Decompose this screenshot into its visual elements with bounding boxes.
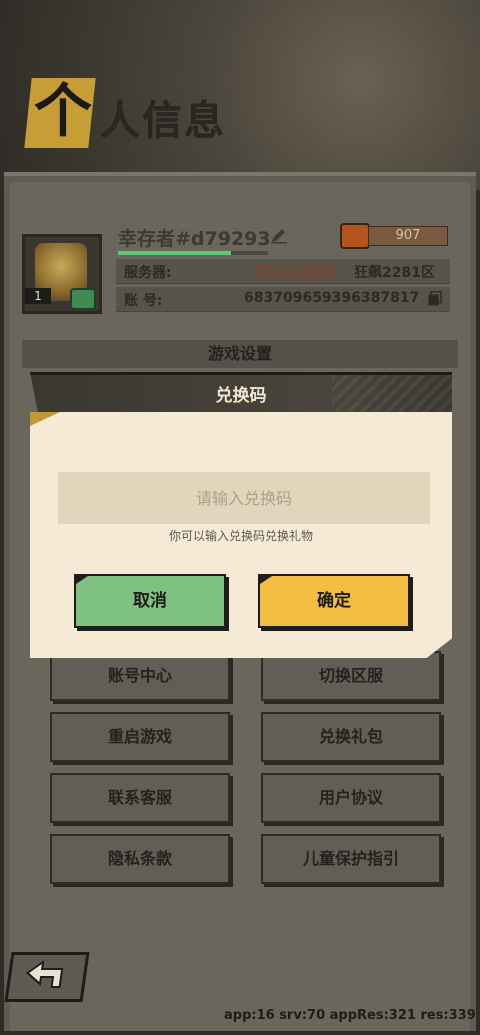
gender-icon: [70, 288, 96, 310]
redeem-hint: 你可以输入兑换码兑换礼物: [168, 529, 313, 543]
level-badge: 1: [25, 288, 51, 304]
dialog-header: 兑换码: [30, 372, 452, 415]
confirm-button-corner: [260, 576, 272, 584]
contact-support-button[interactable]: 联系客服: [50, 773, 230, 823]
page-title: 个 人信息: [22, 72, 252, 152]
back-arrow-icon: [25, 959, 64, 988]
account-label: 账 号:: [124, 293, 163, 309]
privacy-policy-button[interactable]: 隐私条款: [50, 834, 230, 884]
account-id: 683709659396387817: [244, 290, 420, 306]
child-protection-button[interactable]: 儿童保护指引: [261, 834, 441, 884]
confirm-button-label: 确定: [317, 591, 351, 611]
fist-icon: [340, 223, 370, 249]
exp-bar-fill: [118, 251, 231, 255]
player-name: 幸存者#d79293: [118, 228, 271, 250]
copy-icon[interactable]: [428, 291, 442, 306]
restart-game-button[interactable]: 重启游戏: [50, 712, 230, 762]
dialog-title: 兑换码: [215, 386, 267, 406]
server-name: 狂飙2281区: [354, 265, 435, 281]
back-button[interactable]: [4, 952, 90, 1002]
user-agreement-button[interactable]: 用户协议: [261, 773, 441, 823]
account-center-button[interactable]: 账号中心: [50, 651, 230, 701]
exp-bar: [118, 251, 268, 255]
confirm-button[interactable]: 确定: [258, 574, 410, 628]
edit-icon[interactable]: [270, 226, 288, 244]
cancel-button-label: 取消: [133, 591, 167, 611]
redeem-gift-button[interactable]: 兑换礼包: [261, 712, 441, 762]
game-settings-title: 游戏设置: [22, 340, 458, 368]
account-row: 账 号: 683709659396387817: [116, 287, 450, 312]
cancel-button[interactable]: 取消: [74, 574, 226, 628]
redeem-code-input[interactable]: [58, 472, 430, 524]
cancel-button-corner: [76, 576, 88, 584]
title-text: 人信息: [100, 98, 226, 144]
debug-info: app:16 srv:70 appRes:321 res:339: [224, 1008, 476, 1023]
server-zone: [第115战区]: [254, 265, 334, 281]
server-row: 服务器: [第115战区] 狂飙2281区: [116, 259, 450, 284]
server-label: 服务器:: [124, 265, 172, 281]
power-value: 907: [368, 226, 448, 246]
switch-server-button[interactable]: 切换区服: [261, 651, 441, 701]
title-first-char: 个: [34, 77, 93, 145]
